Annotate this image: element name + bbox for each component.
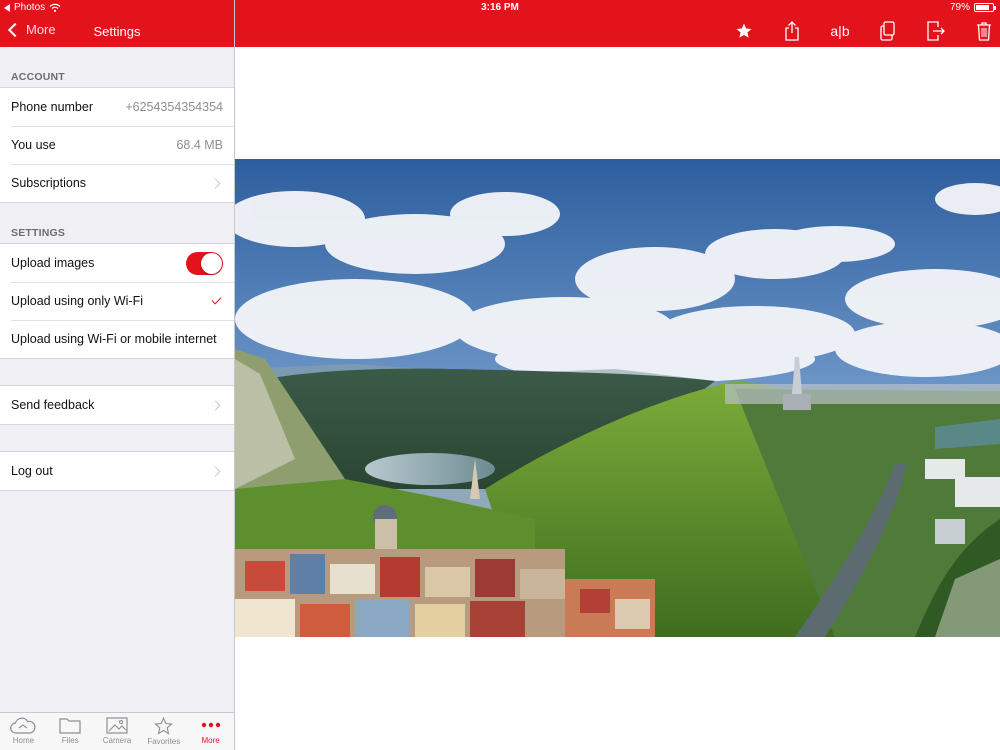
- tab-more-label: More: [201, 736, 220, 745]
- copy-icon: [880, 21, 895, 41]
- move-button[interactable]: [912, 18, 960, 44]
- status-bar: Photos 3:16 PM 79%: [0, 0, 1000, 16]
- storage-usage-value: 68.4 MB: [176, 138, 223, 152]
- delete-button[interactable]: [960, 18, 1000, 44]
- section-header-account: ACCOUNT: [11, 71, 65, 83]
- logout-group: Log out: [0, 451, 234, 491]
- tab-files-label: Files: [61, 736, 79, 745]
- more-dots-icon: [201, 722, 220, 728]
- star-outline-icon: [154, 717, 174, 735]
- chevron-right-icon: [210, 466, 221, 476]
- row-upload-images: Upload images: [0, 244, 234, 282]
- battery-level-fill: [976, 5, 989, 10]
- page-title: Settings: [93, 24, 141, 39]
- trash-icon: [977, 22, 991, 41]
- rename-button[interactable]: a|b: [816, 18, 864, 44]
- chevron-right-icon: [210, 400, 221, 410]
- row-storage-usage: You use 68.4 MB: [0, 126, 234, 164]
- send-feedback-label: Send feedback: [11, 398, 95, 412]
- account-group: Phone number +6254354354354 You use 68.4…: [0, 87, 234, 203]
- battery-percent: 79%: [949, 2, 970, 13]
- subscriptions-label: Subscriptions: [11, 176, 87, 190]
- photo-viewer: [235, 47, 1000, 750]
- storage-usage-label: You use: [11, 138, 56, 152]
- cloud-icon: [10, 717, 36, 734]
- row-upload-wifi-or-mobile[interactable]: Upload using Wi-Fi or mobile internet: [0, 320, 234, 358]
- settings-group: Upload images Upload using only Wi-Fi Up…: [0, 243, 234, 359]
- favorite-button[interactable]: [720, 18, 768, 44]
- master-nav-bar: More Settings: [0, 16, 234, 47]
- tab-bar: Home Files Camera Favorites More: [0, 712, 234, 750]
- folder-icon: [59, 718, 81, 734]
- tab-camera[interactable]: Camera: [94, 713, 141, 750]
- settings-sidebar: ACCOUNT Phone number +6254354354354 You …: [0, 47, 234, 712]
- upload-wifi-only-label: Upload using only Wi-Fi: [11, 294, 143, 308]
- photo-image[interactable]: [235, 159, 1000, 637]
- tab-favorites[interactable]: Favorites: [140, 713, 187, 750]
- share-icon: [785, 21, 799, 41]
- feedback-group: Send feedback: [0, 385, 234, 425]
- share-button[interactable]: [768, 18, 816, 44]
- status-time: 3:16 PM: [481, 2, 519, 13]
- tab-favorites-label: Favorites: [147, 737, 181, 746]
- phone-number-label: Phone number: [11, 100, 94, 114]
- upload-images-label: Upload images: [11, 256, 95, 270]
- row-subscriptions[interactable]: Subscriptions: [0, 164, 234, 202]
- viewer-toolbar: a|b: [720, 18, 1000, 44]
- landscape-photo: [235, 159, 1000, 637]
- tab-home-label: Home: [12, 736, 35, 745]
- log-out-label: Log out: [11, 464, 53, 478]
- tab-camera-label: Camera: [102, 736, 132, 745]
- phone-number-value: +6254354354354: [125, 100, 223, 114]
- tab-more[interactable]: More: [187, 713, 234, 750]
- copy-button[interactable]: [864, 18, 912, 44]
- rename-icon: a|b: [830, 23, 850, 39]
- row-phone-number: Phone number +6254354354354: [0, 88, 234, 126]
- section-header-settings: SETTINGS: [11, 227, 66, 239]
- upload-images-toggle[interactable]: [186, 251, 223, 275]
- star-icon: [736, 23, 752, 38]
- tab-home[interactable]: Home: [0, 713, 47, 750]
- status-battery: 79%: [949, 2, 996, 13]
- row-upload-wifi-only[interactable]: Upload using only Wi-Fi: [0, 282, 234, 320]
- tab-files[interactable]: Files: [47, 713, 94, 750]
- row-log-out[interactable]: Log out: [0, 452, 234, 490]
- image-icon: [106, 717, 128, 734]
- row-send-feedback[interactable]: Send feedback: [0, 386, 234, 424]
- toggle-knob: [201, 252, 222, 274]
- chevron-right-icon: [210, 178, 221, 188]
- battery-icon: [974, 3, 996, 12]
- move-icon: [927, 21, 945, 41]
- upload-wifi-or-mobile-label: Upload using Wi-Fi or mobile internet: [11, 332, 217, 346]
